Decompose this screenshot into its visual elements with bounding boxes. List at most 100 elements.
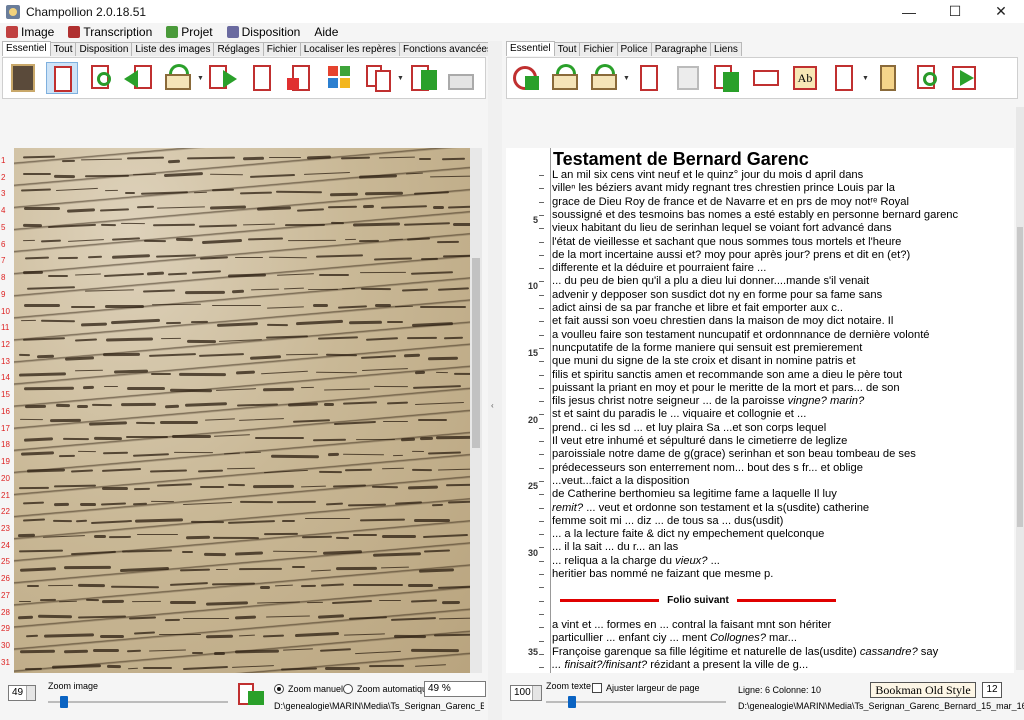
text-line[interactable]: Il veut etre inhumé et sépulturé dans le…: [552, 435, 847, 447]
text-line[interactable]: heritier bas nommé ne faizant que mesme …: [552, 568, 773, 580]
portrait-button[interactable]: [7, 62, 39, 94]
text-line[interactable]: filis et spiritu sanctis amen et recomma…: [552, 369, 902, 381]
text-line[interactable]: ...veut...faict a la disposition: [552, 475, 689, 487]
text-line[interactable]: a vint et ... formes en ... contral la f…: [552, 619, 831, 631]
left-tab-fichier[interactable]: Fichier: [262, 42, 301, 56]
menu-image[interactable]: Image: [6, 25, 54, 39]
menu-projet[interactable]: Projet: [166, 25, 213, 39]
open-dropdown-arrow[interactable]: ▼: [197, 62, 204, 94]
adjust-width-checkbox[interactable]: [592, 683, 602, 693]
menu-transcription[interactable]: Transcription: [68, 25, 152, 39]
scroll-button[interactable]: [672, 62, 704, 94]
text-line[interactable]: differente et la déduire et pourraient f…: [552, 262, 766, 274]
text-line[interactable]: L an mil six cens vint neuf et le quinz°…: [552, 169, 863, 181]
image-lock-button[interactable]: [236, 679, 268, 709]
text-line[interactable]: prend.. ci les sd ... et luy plaira Sa .…: [552, 422, 826, 434]
text-line[interactable]: nuncputatife de la forme maniere qui sen…: [552, 342, 862, 354]
transcription-editor[interactable]: 5 10 15 20 25 30 35 Testament de Bernard Garen…: [506, 148, 1014, 711]
transcription-dropdown-arrow[interactable]: ▼: [623, 62, 630, 94]
zoom-page-button[interactable]: [85, 62, 117, 94]
text-line[interactable]: de Catherine berthomieu sa legitime fame…: [552, 488, 837, 500]
menu-aide[interactable]: Aide: [314, 25, 338, 39]
left-tab-fonctions[interactable]: Fonctions avancées: [399, 42, 496, 56]
manuscript-image[interactable]: [14, 148, 482, 700]
page-view-button[interactable]: [46, 62, 78, 94]
print-button[interactable]: [750, 62, 782, 94]
close-button[interactable]: ✕: [978, 0, 1024, 23]
right-tab-fichier[interactable]: Fichier: [579, 42, 618, 56]
paragraph-dropdown-arrow[interactable]: ▼: [862, 62, 869, 94]
save-folder-button[interactable]: [550, 62, 582, 94]
left-tab-tout[interactable]: Tout: [49, 42, 77, 56]
image-vscroll-thumb[interactable]: [472, 258, 480, 448]
zoom-manual-radio[interactable]: [274, 684, 284, 694]
zoom-image-slider[interactable]: [48, 701, 228, 703]
ruler-button[interactable]: [872, 62, 904, 94]
text-line[interactable]: de la mort incertaine aussi et? moy pour…: [552, 249, 910, 261]
document-button[interactable]: [633, 62, 665, 94]
zoom-text-slider-thumb[interactable]: [568, 696, 576, 708]
text-line[interactable]: femme soit mi ... diz ... de tous sa ...…: [552, 515, 783, 527]
text-line[interactable]: grace de Dieu Roy de france et de Navarr…: [552, 196, 909, 208]
text-line[interactable]: particullier ... enfant ciy ... ment Col…: [552, 632, 797, 644]
menu-disposition[interactable]: Disposition: [226, 25, 300, 39]
open-transcription-button[interactable]: [589, 62, 621, 94]
right-tab-tout[interactable]: Tout: [553, 42, 581, 56]
left-tab-localiser[interactable]: Localiser les repères: [299, 42, 400, 56]
text-line[interactable]: paroissiale notre dame de g(grace) serin…: [552, 448, 916, 460]
text-line[interactable]: fils jesus christ notre seigneur ... de …: [552, 395, 864, 407]
left-tab-disposition[interactable]: Disposition: [75, 42, 133, 56]
text-line[interactable]: remit? ... veut et ordonne son testament…: [552, 502, 869, 514]
stack-pages-button[interactable]: [711, 62, 743, 94]
font-size-box[interactable]: 12: [982, 682, 1002, 698]
export-windows-button[interactable]: [324, 62, 356, 94]
right-tab-essentiel[interactable]: Essentiel: [506, 41, 555, 56]
text-line[interactable]: ... il la sait ... du r... an las: [552, 541, 678, 553]
search-text-button[interactable]: [911, 62, 943, 94]
left-tab-reglages[interactable]: Réglages: [213, 42, 264, 56]
text-line[interactable]: ... a la lecture faite & dict ny empeche…: [552, 528, 824, 540]
text-line[interactable]: ... du peu de bien qu'il a plu a dieu lu…: [552, 275, 869, 287]
left-tab-liste-images[interactable]: Liste des images: [131, 42, 215, 56]
text-line[interactable]: st et saint du paradis le ... viquaire e…: [552, 408, 806, 420]
panel-splitter[interactable]: ‹: [488, 41, 502, 720]
zoom-text-spinbox[interactable]: 100: [510, 685, 542, 701]
open-folder-button[interactable]: [163, 62, 195, 94]
text-vertical-scrollbar[interactable]: [1016, 107, 1024, 670]
export-pdf-button[interactable]: [285, 62, 317, 94]
text-line[interactable]: l'état de vieillesse et sachant que nous…: [552, 236, 901, 248]
text-line[interactable]: Françoise garenque sa fille légitime et …: [552, 646, 938, 658]
zoom-image-spinbox[interactable]: 49: [8, 685, 36, 701]
text-line[interactable]: prédecesseurs son enterrement nom... bou…: [552, 462, 863, 474]
font-name-box[interactable]: Bookman Old Style: [870, 682, 976, 698]
text-vscroll-thumb[interactable]: [1017, 227, 1023, 527]
previous-page-button[interactable]: [124, 62, 156, 94]
text-line[interactable]: et fait aussi son voeu chrestien dans la…: [552, 315, 893, 327]
text-line[interactable]: adict ainsi de sa par franche et libre e…: [552, 302, 843, 314]
paragraph-button[interactable]: [828, 62, 860, 94]
text-line[interactable]: vieux habitant du lieu de serinhan leque…: [552, 222, 892, 234]
new-transcription-button[interactable]: [511, 62, 543, 94]
left-tab-essentiel[interactable]: Essentiel: [2, 41, 51, 56]
maximize-button[interactable]: ☐: [932, 0, 978, 23]
copy-pages-button[interactable]: [363, 62, 395, 94]
text-line[interactable]: ... finisait?/finisant? rézidant a prese…: [552, 659, 808, 671]
next-transcription-button[interactable]: [950, 62, 982, 94]
page-list-button[interactable]: [246, 62, 278, 94]
right-tab-paragraphe[interactable]: Paragraphe: [650, 42, 712, 56]
next-page-button[interactable]: [207, 62, 239, 94]
text-line[interactable]: a voulleu faire son testament nuncupatif…: [552, 329, 930, 341]
text-line[interactable]: advenir y depposer son susdict dot ny en…: [552, 289, 882, 301]
batch-button[interactable]: [407, 62, 439, 94]
copy-dropdown-arrow[interactable]: ▼: [397, 62, 404, 94]
zoom-image-slider-thumb[interactable]: [60, 696, 68, 708]
minimize-button[interactable]: —: [886, 0, 932, 23]
zoom-auto-radio[interactable]: [343, 684, 353, 694]
text-line[interactable]: que muni du signe de la ste croix et dis…: [552, 355, 855, 367]
right-tab-police[interactable]: Police: [616, 42, 652, 56]
zoom-percent-select[interactable]: 49 %: [424, 681, 486, 697]
text-line[interactable]: ... reliqua a la charge du vieux? ...: [552, 555, 720, 567]
disabled-folder-button[interactable]: [446, 62, 478, 94]
font-button[interactable]: Ab: [789, 62, 821, 94]
text-line[interactable]: puissant la priant en moy et pour le mer…: [552, 382, 900, 394]
